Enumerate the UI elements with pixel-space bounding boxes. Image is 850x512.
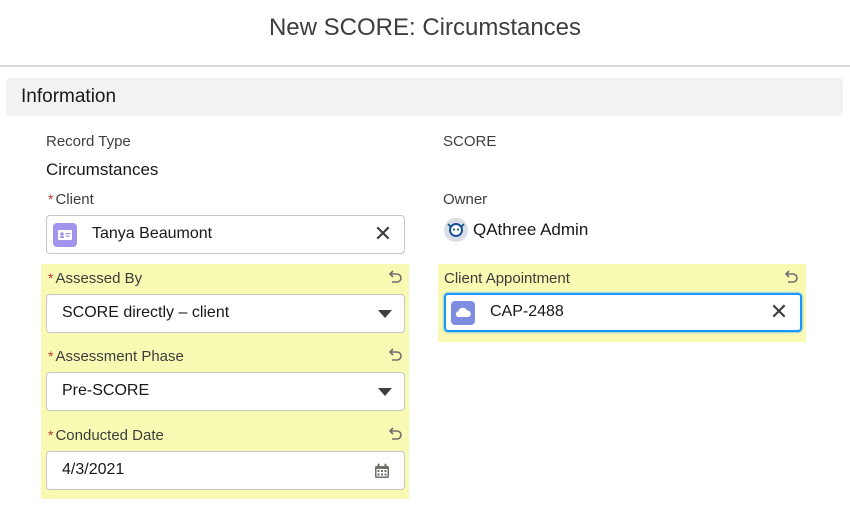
assessment-phase-label-text: Assessment Phase <box>55 348 184 365</box>
client-lookup-field[interactable]: Tanya Beaumont ✕ <box>46 215 405 254</box>
appointment-cloud-icon <box>451 301 475 325</box>
score-label: SCORE <box>443 133 497 150</box>
assessed-by-label-text: Assessed By <box>55 270 143 287</box>
conducted-date-label: * Conducted Date <box>48 427 164 444</box>
assessed-by-select[interactable]: SCORE directly – client <box>46 294 405 333</box>
undo-icon[interactable] <box>386 346 404 364</box>
section-title: Information <box>21 86 117 107</box>
assessed-by-label: * Assessed By <box>48 270 142 287</box>
record-type-label: Record Type <box>46 133 131 150</box>
conducted-date-input[interactable]: 4/3/2021 <box>46 451 405 490</box>
chevron-down-icon <box>378 388 392 396</box>
modal-header: New SCORE: Circumstances <box>0 0 850 67</box>
assessed-by-value: SCORE directly – client <box>62 304 230 321</box>
client-label-text: Client <box>55 191 94 208</box>
section-header-information[interactable]: Information <box>6 78 843 116</box>
undo-icon[interactable] <box>386 425 404 443</box>
user-avatar-icon <box>444 218 468 242</box>
assessment-phase-value: Pre-SCORE <box>62 382 150 399</box>
client-appointment-label: Client Appointment <box>444 270 570 287</box>
conducted-date-label-text: Conducted Date <box>55 427 164 444</box>
assessment-phase-select[interactable]: Pre-SCORE <box>46 372 405 411</box>
required-marker: * <box>48 191 54 207</box>
owner-label: Owner <box>443 191 488 208</box>
required-marker: * <box>48 270 54 286</box>
modal-title: New SCORE: Circumstances <box>268 14 582 41</box>
conducted-date-value: 4/3/2021 <box>62 461 125 478</box>
required-marker: * <box>48 348 54 364</box>
client-appointment-value: CAP-2488 <box>490 303 564 320</box>
contact-card-icon <box>53 223 77 247</box>
close-icon[interactable]: ✕ <box>372 222 394 246</box>
undo-icon[interactable] <box>386 268 404 286</box>
required-marker: * <box>48 427 54 443</box>
client-appointment-lookup-field[interactable]: CAP-2488 ✕ <box>444 293 802 332</box>
owner-value[interactable]: QAthree Admin <box>473 220 588 240</box>
undo-icon[interactable] <box>782 268 800 286</box>
chevron-down-icon <box>378 310 392 318</box>
close-icon[interactable]: ✕ <box>768 300 790 324</box>
assessment-phase-label: * Assessment Phase <box>48 348 184 365</box>
record-type-value: Circumstances <box>46 160 159 179</box>
client-label: * Client <box>48 191 94 208</box>
client-value: Tanya Beaumont <box>92 225 213 242</box>
calendar-icon[interactable] <box>374 463 390 479</box>
